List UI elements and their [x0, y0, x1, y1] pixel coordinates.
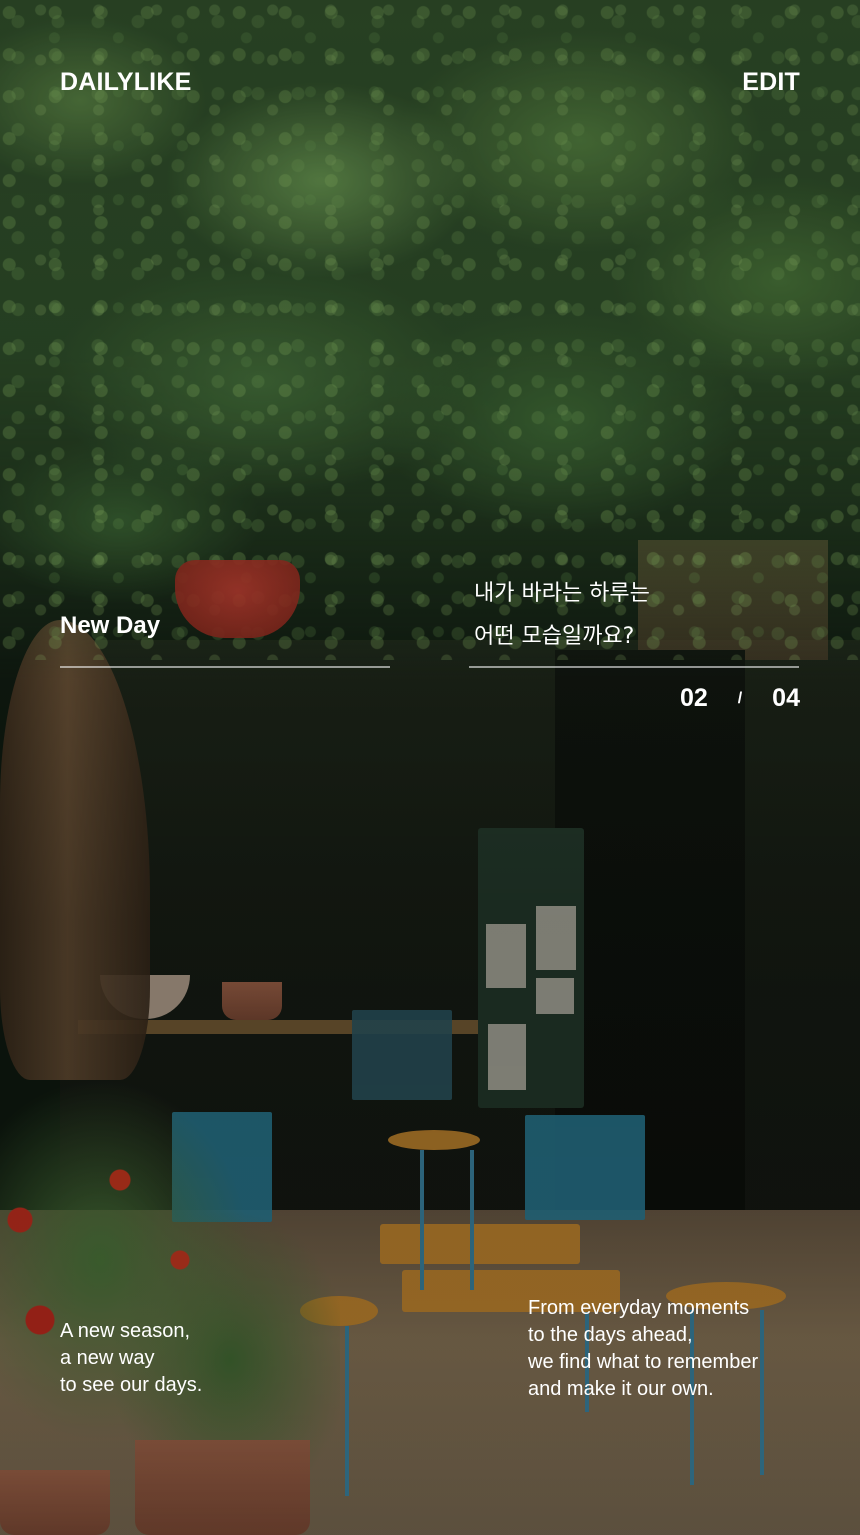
edit-button[interactable]: EDIT — [742, 68, 800, 97]
page-indicator: 02 / 04 — [680, 684, 800, 713]
caption-line: From everyday moments — [528, 1297, 750, 1319]
brand-logo[interactable]: DAILYLIKE — [60, 68, 191, 97]
caption-line: to see our days. — [60, 1374, 203, 1396]
caption-line: to the days ahead, — [528, 1324, 693, 1346]
korean-headline-line: 어떤 모습일까요? — [474, 624, 635, 649]
section-title: New Day — [60, 612, 161, 639]
caption-right: From everyday moments to the days ahead,… — [528, 1295, 758, 1403]
page-separator: / — [737, 689, 743, 707]
total-pages: 04 — [772, 684, 800, 712]
caption-line: a new way — [60, 1347, 155, 1369]
divider-left — [60, 666, 390, 668]
caption-line: and make it our own. — [528, 1378, 714, 1400]
korean-headline-line: 내가 바라는 하루는 — [474, 581, 650, 606]
top-bar: DAILYLIKE EDIT — [60, 68, 800, 97]
divider-right — [469, 666, 799, 668]
caption-line: we find what to remember — [528, 1351, 759, 1373]
screen: DAILYLIKE EDIT New Day 내가 바라는 하루는 어떤 모습일… — [0, 0, 860, 1535]
current-page: 02 — [680, 684, 708, 712]
caption-left: A new season, a new way to see our days. — [60, 1318, 202, 1399]
caption-line: A new season, — [60, 1320, 191, 1342]
korean-headline: 내가 바라는 하루는 어떤 모습일까요? — [474, 572, 794, 658]
